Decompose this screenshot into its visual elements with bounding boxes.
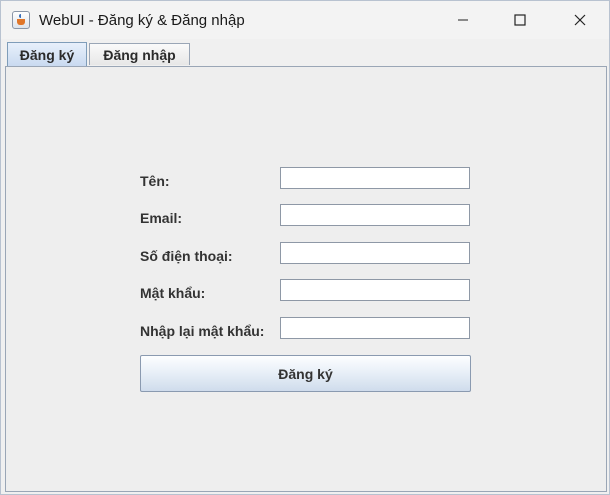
minimize-icon [458,19,468,21]
minimize-button[interactable] [440,1,486,39]
close-icon [574,14,586,26]
password-input[interactable] [280,279,470,301]
confirm-password-label: Nhập lại mật khẩu: [140,323,265,339]
confirm-password-input[interactable] [280,317,470,339]
maximize-icon [514,14,526,26]
tab-register[interactable]: Đăng ký [7,42,87,66]
email-input[interactable] [280,204,470,226]
maximize-button[interactable] [497,1,543,39]
title-bar[interactable]: WebUI - Đăng ký & Đăng nhập [1,1,609,39]
email-label: Email: [140,210,183,226]
close-button[interactable] [557,1,603,39]
tab-login[interactable]: Đăng nhập [89,43,190,65]
password-label: Mật khẩu: [140,285,206,301]
window-title: WebUI - Đăng ký & Đăng nhập [39,12,245,29]
java-cup-icon [12,11,30,29]
name-input[interactable] [280,167,470,189]
register-button[interactable]: Đăng ký [140,355,471,392]
register-panel: Tên: Email: Số điện thoại: Mật khẩu: Nhậ… [5,66,607,492]
app-window: WebUI - Đăng ký & Đăng nhập Đăng ký Đăng… [0,0,610,495]
name-label: Tên: [140,173,170,189]
tab-strip: Đăng ký Đăng nhập [5,41,605,67]
phone-label: Số điện thoại: [140,248,233,264]
phone-input[interactable] [280,242,470,264]
